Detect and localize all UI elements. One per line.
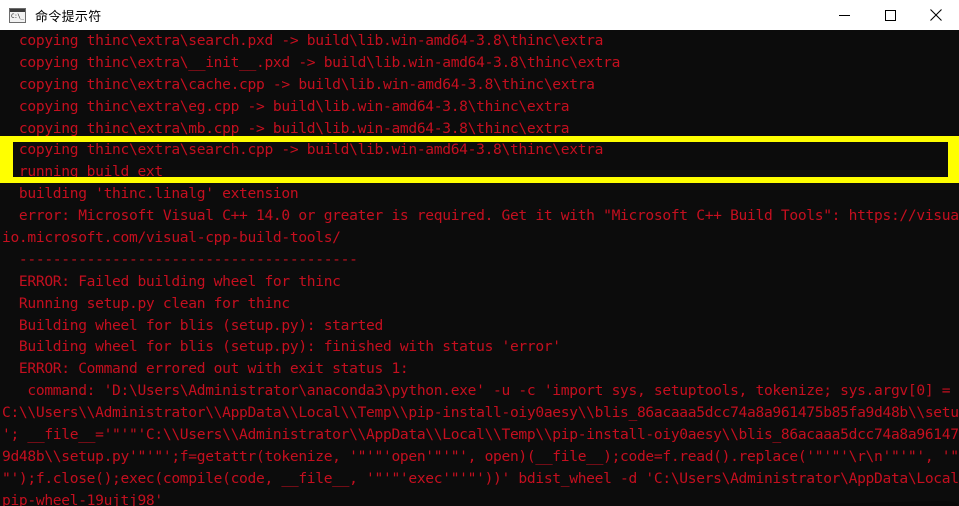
close-icon	[930, 9, 942, 21]
console-line: '; __file__='"'"'C:\\Users\\Administrato…	[2, 426, 959, 444]
cmd-prompt-icon	[9, 7, 26, 23]
console-line: pip-wheel-19ujtj98'	[2, 491, 163, 506]
console-line: ERROR: Failed building wheel for thinc	[2, 272, 341, 290]
console-line: copying thinc\extra\search.pxd -> build\…	[2, 32, 604, 49]
console-line: ----------------------------------------	[2, 250, 358, 268]
console-output-area[interactable]: copying thinc\extra\search.pxd -> build\…	[0, 30, 959, 506]
console-line: copying thinc\extra\mb.cpp -> build\lib.…	[2, 119, 570, 137]
titlebar-left-group: 命令提示符	[0, 0, 102, 30]
maximize-button[interactable]	[867, 0, 913, 30]
console-line: C:\\Users\\Administrator\\AppData\\Local…	[2, 404, 959, 422]
minimize-icon	[838, 10, 850, 21]
minimize-button[interactable]	[821, 0, 867, 30]
console-text-buffer: copying thinc\extra\search.pxd -> build\…	[0, 30, 959, 506]
console-line: Building wheel for blis (setup.py): fini…	[2, 338, 561, 356]
console-line: copying thinc\extra\search.cpp -> build\…	[2, 141, 604, 159]
console-line: copying thinc\extra\__init__.pxd -> buil…	[2, 53, 621, 71]
window-controls	[821, 0, 959, 30]
console-line: "');f.close();exec(compile(code, __file_…	[2, 469, 959, 487]
command-prompt-window: 命令提示符	[0, 0, 959, 506]
console-line: building 'thinc.linalg' extension	[2, 185, 299, 203]
console-line: Building wheel for blis (setup.py): star…	[2, 316, 383, 334]
console-line: copying thinc\extra\eg.cpp -> build\lib.…	[2, 97, 570, 115]
maximize-icon	[884, 9, 896, 21]
window-title: 命令提示符	[35, 9, 102, 25]
console-line: Running setup.py clean for thinc	[2, 294, 290, 312]
console-line: 9d48b\\setup.py'"'"';f=getattr(tokenize,…	[2, 447, 959, 465]
console-line: ERROR: Command errored out with exit sta…	[2, 360, 409, 378]
console-line: running build_ext	[2, 163, 163, 181]
console-line: copying thinc\extra\cache.cpp -> build\l…	[2, 75, 595, 93]
console-line: io.microsoft.com/visual-cpp-build-tools/	[2, 229, 341, 247]
window-titlebar[interactable]: 命令提示符	[0, 0, 959, 30]
console-line: error: Microsoft Visual C++ 14.0 or grea…	[2, 207, 959, 225]
close-button[interactable]	[913, 0, 959, 30]
console-line: command: 'D:\Users\Administrator\anacond…	[2, 382, 959, 400]
